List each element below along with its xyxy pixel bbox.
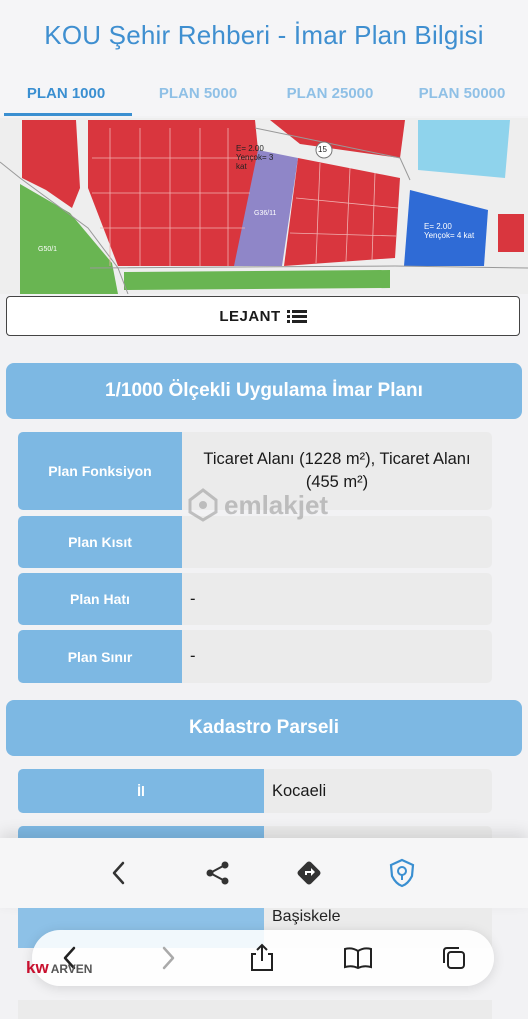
row-label: Plan Sınır [18, 630, 182, 683]
row-label: Plan Kısıt [18, 516, 182, 568]
brand-logo: kw ARVEN [26, 958, 93, 977]
legend-label: LEJANT [219, 307, 281, 325]
tab-plan-5000[interactable]: PLAN 5000 [132, 70, 264, 116]
cyan-parcel [418, 120, 510, 178]
tabs-icon[interactable] [438, 942, 470, 974]
chevron-left-icon[interactable] [102, 856, 136, 890]
parcel-row-partial [18, 1000, 492, 1019]
house-pin-icon [188, 488, 218, 522]
list-icon [286, 309, 307, 323]
location-shield-icon[interactable] [385, 856, 419, 890]
forward-icon[interactable] [152, 942, 184, 974]
map-parcel-label: G50/1 [38, 246, 58, 253]
province-row: İl Kocaeli [18, 769, 492, 813]
cadastre-section-header: Kadastro Parseli [6, 700, 522, 756]
app-toolbar [0, 838, 528, 908]
tab-plan-50000[interactable]: PLAN 50000 [396, 70, 528, 116]
row-label: Plan Hatı [18, 573, 182, 625]
plan-border-row: Plan Sınır - [18, 630, 492, 683]
page-title: KOU Şehir Rehberi - İmar Plan Bilgisi [0, 0, 528, 70]
map-density-label-blue: E= 2.00 Yençok= 4 kat [424, 222, 475, 240]
plan-line-row: Plan Hatı - [18, 573, 492, 625]
legend-button[interactable]: LEJANT [6, 296, 520, 336]
scale-tabs: PLAN 1000 PLAN 5000 PLAN 25000 PLAN 5000… [0, 70, 528, 116]
tab-plan-25000[interactable]: PLAN 25000 [264, 70, 396, 116]
watermark: emlakjet [188, 488, 328, 522]
share-icon[interactable] [246, 942, 278, 974]
plan-constraint-row: Plan Kısıt [18, 516, 492, 568]
bookmarks-icon[interactable] [342, 942, 374, 974]
map-density-label: E= 2.00 Yençok= 3 kat [236, 144, 274, 171]
row-value: Kocaeli [272, 781, 327, 800]
map-road-label: 15 [318, 145, 327, 154]
watermark-text: emlakjet [224, 489, 329, 520]
map-parcel-label: G36/11 [254, 210, 277, 217]
row-value: Başiskele [272, 908, 341, 925]
row-label: İl [18, 769, 264, 813]
row-value: - [190, 647, 196, 665]
share-icon[interactable] [201, 856, 235, 890]
browser-toolbar [32, 930, 494, 986]
zoning-map[interactable]: E= 2.00 Yençok= 3 kat 15 E= 2.00 Yençok=… [0, 118, 528, 294]
commercial-parcel [498, 214, 524, 252]
row-value: - [190, 589, 196, 608]
row-value [182, 516, 492, 568]
directions-icon[interactable] [292, 856, 326, 890]
plan-section-header: 1/1000 Ölçekli Uygulama İmar Planı [6, 363, 522, 419]
tab-plan-1000[interactable]: PLAN 1000 [0, 70, 132, 116]
row-label: Plan Fonksiyon [18, 432, 182, 510]
green-strip [124, 270, 390, 290]
